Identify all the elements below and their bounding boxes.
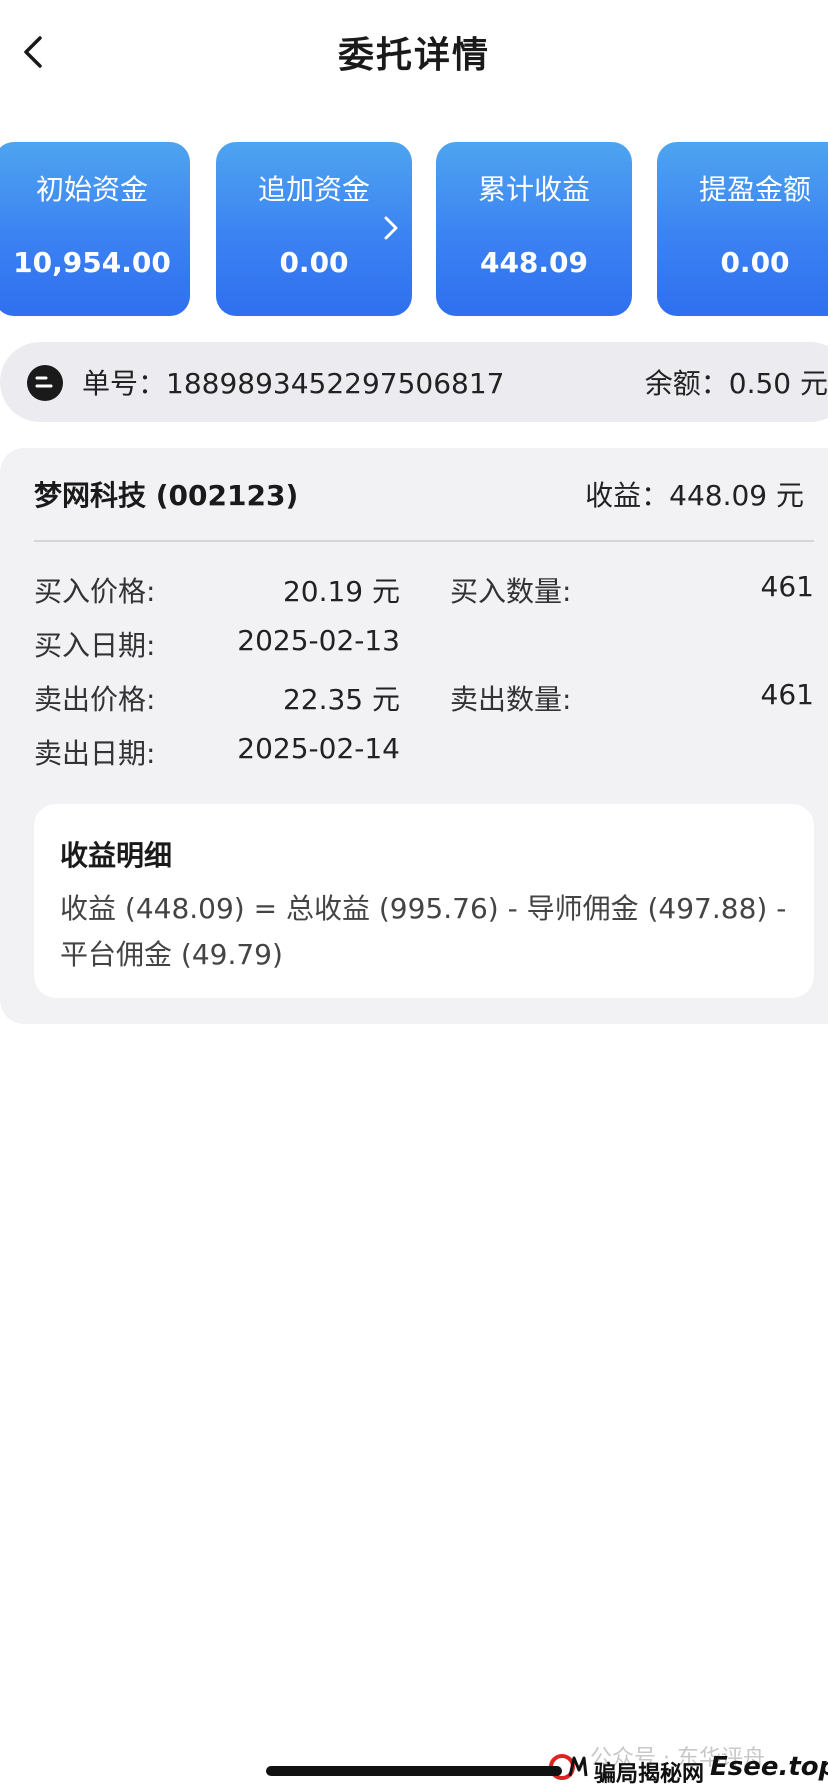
card-label: 提盈金额 (698, 173, 811, 206)
card-value: 0.00 (720, 246, 790, 279)
order-bar: 单号：1889893452297506817 余额：0.50 元 (0, 342, 828, 422)
sell-price-label: 卖出价格: (34, 683, 156, 716)
sell-quantity-value: 461 (760, 678, 814, 711)
stock-name: 梦网科技 (002123) (34, 479, 299, 512)
sell-price-value: 22.35 元 (282, 683, 400, 716)
sell-date-label: 卖出日期: (34, 737, 156, 770)
chevron-right-icon (384, 216, 398, 240)
order-number: 单号：1889893452297506817 (82, 367, 505, 400)
buy-quantity-label: 买入数量: (450, 575, 572, 608)
buy-date-label: 买入日期: (34, 629, 156, 662)
detail-panel: 梦网科技 (002123) 收益：448.09 元 买入价格: 20.19 元 … (0, 448, 828, 1024)
card-label: 追加资金 (257, 173, 370, 206)
breakdown-formula: 收益 (448.09) = 总收益 (995.76) - 导师佣金 (497.8… (60, 892, 787, 971)
card-label: 初始资金 (35, 173, 148, 206)
page-title: 委托详情 (337, 35, 490, 76)
sell-quantity-label: 卖出数量: (450, 683, 572, 716)
sell-date-value: 2025-02-14 (237, 732, 400, 765)
card-cumulative-profit: 累计收益 448.09 (436, 142, 632, 316)
card-value: 10,954.00 (13, 246, 171, 279)
breakdown-title: 收益明细 (60, 839, 173, 872)
summary-cards: 初始资金 10,954.00 追加资金 0.00 累计收益 448.09 提盈金… (0, 142, 828, 318)
profit-summary: 收益：448.09 元 (585, 479, 804, 512)
card-additional-funds[interactable]: 追加资金 0.00 (216, 142, 412, 316)
buy-price-value: 20.19 元 (282, 575, 400, 608)
card-withdrawn-profit: 提盈金额 0.00 (657, 142, 828, 316)
site-domain: Esee.top (710, 1752, 828, 1782)
card-label: 累计收益 (477, 173, 590, 206)
buy-date-value: 2025-02-13 (237, 624, 400, 657)
profit-breakdown-card: 收益明细 收益 (448.09) = 总收益 (995.76) - 导师佣金 (… (34, 804, 814, 998)
buy-price-label: 买入价格: (34, 575, 156, 608)
page: 委托详情 初始资金 10,954.00 追加资金 0.00 累计收益 448.0… (0, 0, 828, 1792)
site-name: 骗局揭秘网 (594, 1762, 705, 1787)
home-indicator[interactable] (266, 1766, 562, 1776)
card-initial-funds: 初始资金 10,954.00 (0, 142, 190, 316)
order-badge-icon (27, 365, 63, 401)
divider (34, 540, 814, 542)
buy-quantity-value: 461 (760, 570, 814, 603)
card-value: 0.00 (279, 246, 349, 279)
balance: 余额：0.50 元 (644, 367, 828, 400)
card-value: 448.09 (479, 246, 589, 279)
header: 委托详情 (0, 0, 828, 110)
